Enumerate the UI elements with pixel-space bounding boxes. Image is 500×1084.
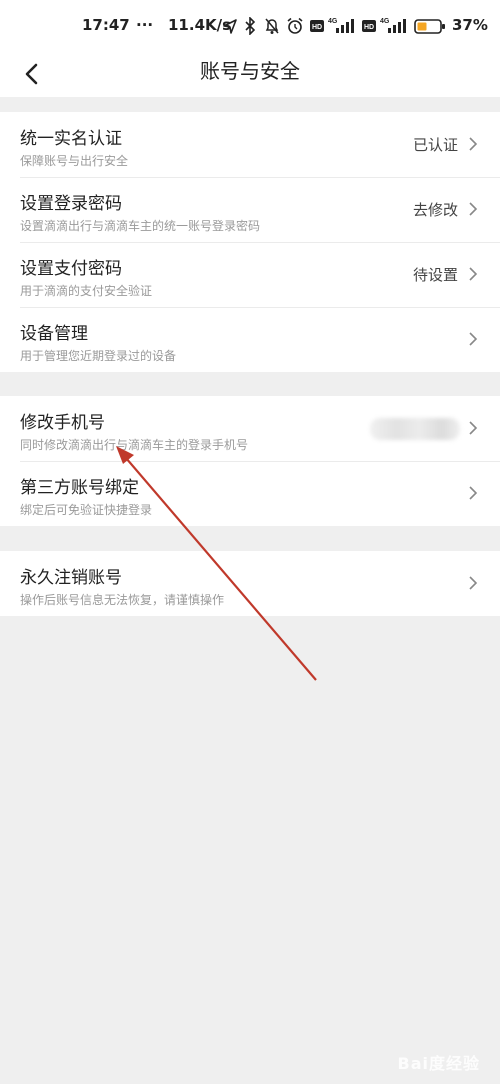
row-title: 设备管理 [20, 324, 88, 344]
row-third-party-binding[interactable]: 第三方账号绑定 绑定后可免验证快捷登录 [0, 461, 500, 526]
nav-bar: 账号与安全 [0, 50, 500, 97]
status-time: 17:47 [82, 16, 130, 34]
page-title: 账号与安全 [200, 59, 300, 83]
chevron-right-icon [469, 576, 478, 590]
chevron-right-icon [469, 486, 478, 500]
row-title: 统一实名认证 [20, 129, 122, 149]
back-button[interactable] [14, 56, 50, 92]
alarm-icon [287, 17, 303, 34]
status-bar: 17:47 ··· 11.4K/s HD 4G HD 4G 37% [0, 0, 500, 50]
chevron-right-icon [469, 137, 478, 151]
hd-icon: HD [310, 20, 324, 32]
row-device-management[interactable]: 设备管理 用于管理您近期登录过的设备 [0, 307, 500, 372]
row-change-phone[interactable]: 修改手机号 同时修改滴滴出行与滴滴车主的登录手机号 [0, 396, 500, 461]
chevron-right-icon [469, 202, 478, 216]
row-title: 修改手机号 [20, 413, 105, 433]
row-login-password[interactable]: 设置登录密码 设置滴滴出行与滴滴车主的统一账号登录密码 去修改 [0, 177, 500, 242]
chevron-right-icon [469, 267, 478, 281]
row-subtitle: 用于滴滴的支付安全验证 [20, 284, 153, 298]
bluetooth-icon [245, 17, 256, 35]
row-real-name-auth[interactable]: 统一实名认证 保障账号与出行安全 已认证 [0, 112, 500, 177]
svg-text:HD: HD [364, 24, 374, 31]
status-dots: ··· [136, 16, 154, 34]
group-account-security: 统一实名认证 保障账号与出行安全 已认证 设置登录密码 设置滴滴出行与滴滴车主的… [0, 112, 500, 372]
row-delete-account[interactable]: 永久注销账号 操作后账号信息无法恢复，请谨慎操作 [0, 551, 500, 616]
group-phone-binding: 修改手机号 同时修改滴滴出行与滴滴车主的登录手机号 第三方账号绑定 绑定后可免验… [0, 396, 500, 526]
chevron-right-icon [469, 332, 478, 346]
row-subtitle: 操作后账号信息无法恢复，请谨慎操作 [20, 593, 225, 607]
mute-bell-icon [265, 18, 279, 34]
group-delete-account: 永久注销账号 操作后账号信息无法恢复，请谨慎操作 [0, 551, 500, 616]
signal-4g-icon-2: 4G [380, 18, 406, 33]
row-title: 设置支付密码 [20, 259, 122, 279]
row-subtitle: 绑定后可免验证快捷登录 [20, 503, 153, 517]
row-value: 待设置 [412, 266, 458, 284]
hd-icon-2: HD [362, 20, 376, 32]
svg-text:4G: 4G [328, 18, 338, 25]
row-title: 第三方账号绑定 [20, 478, 139, 498]
location-arrow-icon [223, 19, 237, 34]
row-value: 已认证 [412, 136, 458, 154]
chevron-right-icon [469, 421, 478, 435]
row-subtitle: 用于管理您近期登录过的设备 [20, 349, 177, 363]
row-subtitle: 保障账号与出行安全 [20, 154, 129, 168]
row-value: 去修改 [412, 201, 458, 219]
svg-text:4G: 4G [380, 18, 390, 25]
row-subtitle: 同时修改滴滴出行与滴滴车主的登录手机号 [20, 438, 249, 452]
blurred-phone-number [370, 418, 460, 440]
svg-text:HD: HD [312, 24, 322, 31]
watermark: Bai度经验 [397, 1054, 480, 1073]
signal-4g-icon: 4G [328, 18, 354, 33]
chevron-left-icon [25, 63, 38, 85]
battery-percent: 37% [452, 16, 488, 34]
row-title: 设置登录密码 [20, 194, 122, 214]
battery-icon [414, 19, 445, 34]
row-subtitle: 设置滴滴出行与滴滴车主的统一账号登录密码 [20, 219, 261, 233]
row-title: 永久注销账号 [20, 568, 122, 588]
row-payment-password[interactable]: 设置支付密码 用于滴滴的支付安全验证 待设置 [0, 242, 500, 307]
